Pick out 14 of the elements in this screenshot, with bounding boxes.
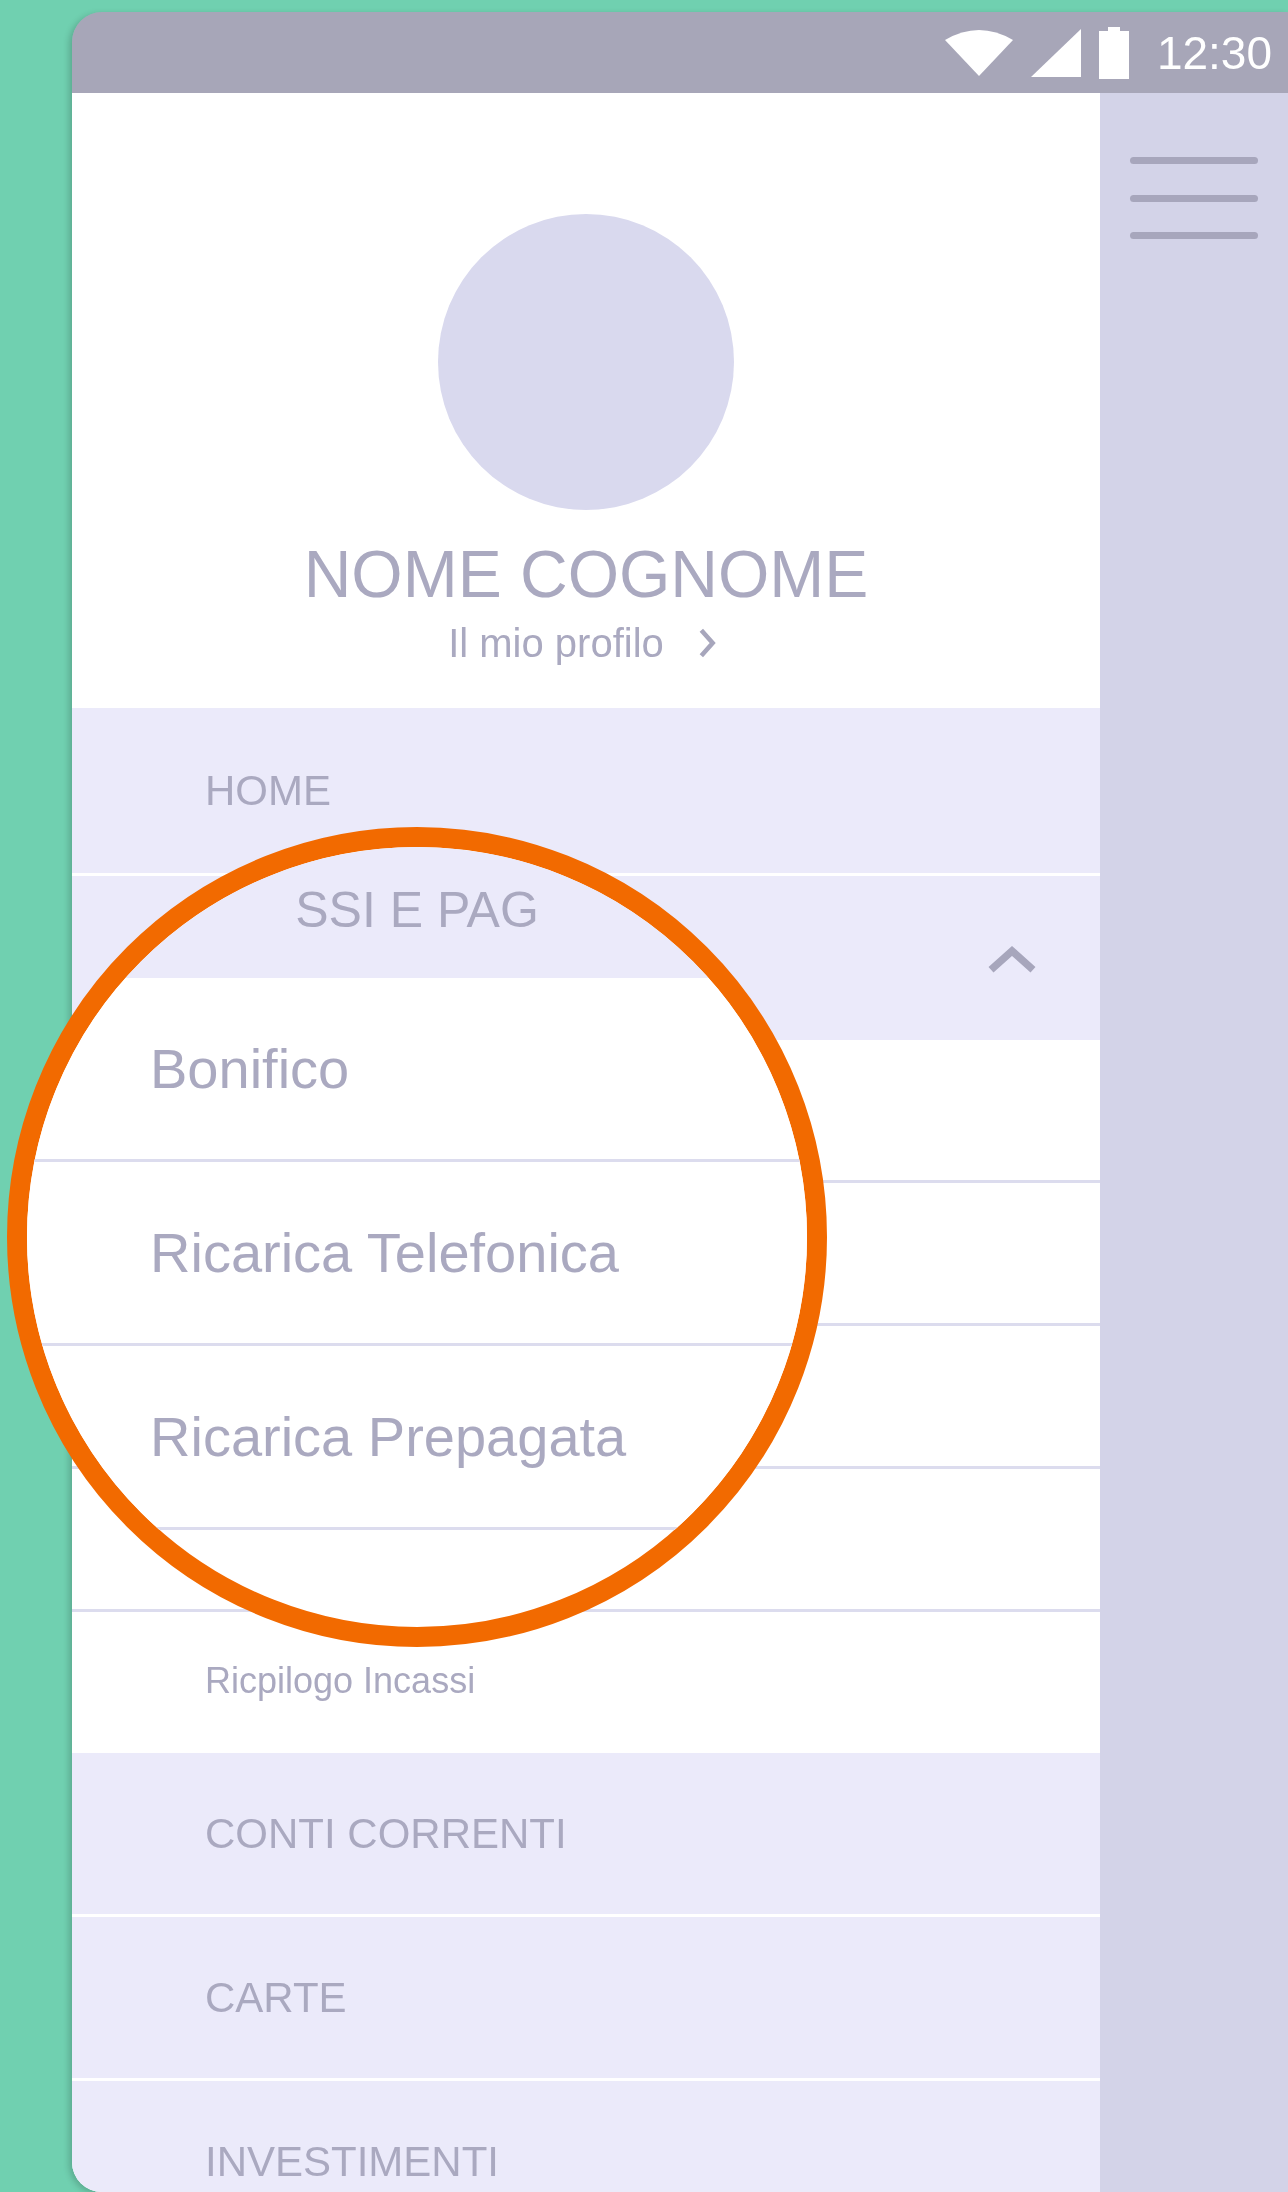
signal-icon (1030, 28, 1081, 77)
menu-heading-fragment: SSI E PAG (295, 885, 539, 935)
submenu-item[interactable]: Ricarica Telefonica (27, 1162, 807, 1346)
menu-icon[interactable] (1130, 157, 1258, 239)
menu-item[interactable]: INVESTIMENTI (72, 2078, 1100, 2192)
menu-item[interactable]: CARTE (72, 1914, 1100, 2078)
submenu-item[interactable]: Ricpilogo Incassi (205, 1660, 476, 1702)
profile-link[interactable]: Il mio profilo (448, 620, 724, 666)
profile-name: NOME COGNOME (303, 538, 869, 611)
battery-icon (1098, 26, 1129, 79)
status-time: 12:30 (1156, 25, 1272, 80)
menu-item[interactable]: HOME (72, 708, 1100, 873)
menu-item[interactable]: CONTI CORRENTI (72, 1750, 1100, 1914)
wifi-icon (944, 29, 1013, 76)
